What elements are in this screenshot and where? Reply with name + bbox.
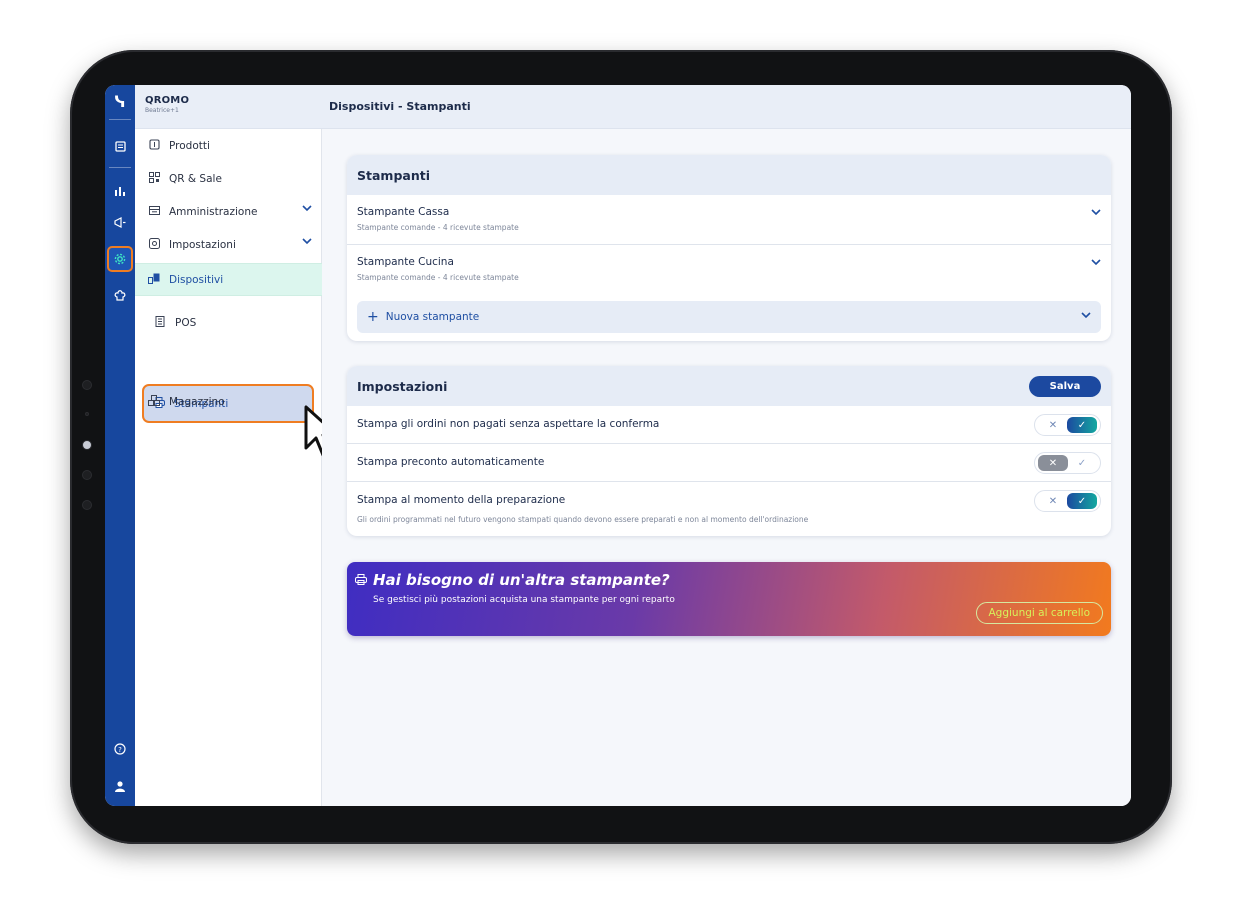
pos-icon (153, 316, 167, 330)
setting-toggle-on[interactable]: ✕ ✓ (1034, 414, 1101, 436)
printers-card-title: Stampanti (347, 155, 1111, 195)
printer-row-cucina[interactable]: Stampante Cucina Stampante comande - 4 r… (347, 245, 1111, 295)
save-button[interactable]: Salva (1029, 376, 1101, 397)
sidebar-item-label: POS (175, 317, 197, 329)
settings-card-header: Impostazioni Salva (347, 366, 1111, 406)
bar-chart-icon[interactable] (105, 179, 135, 201)
sidebar-item-magazzino[interactable]: Magazzino (135, 385, 322, 418)
sidebar-item-label: Amministrazione (169, 205, 258, 218)
settings-card: Impostazioni Salva Stampa gli ordini non… (347, 366, 1111, 536)
close-icon: ✕ (1038, 455, 1068, 471)
chevron-down-icon[interactable] (1091, 208, 1101, 219)
admin-icon (147, 205, 161, 219)
qr-code-icon (147, 171, 161, 186)
printers-card: Stampanti Stampante Cassa Stampante coma… (347, 155, 1111, 341)
page-title: Dispositivi - Stampanti (329, 100, 471, 113)
icon-rail: ᓭ ? (105, 85, 135, 806)
app-screen: ᓭ ? QROMO Beatrice+1 Dispositivi - Stamp… (105, 85, 1131, 806)
sidebar-item-label: Magazzino (169, 395, 225, 408)
setting-row-preconto: Stampa preconto automaticamente ✕ ✓ (347, 444, 1111, 482)
close-icon: ✕ (1048, 419, 1058, 431)
sidebar-item-label: Prodotti (169, 139, 210, 152)
sidebar-item-label: Impostazioni (169, 238, 236, 251)
user-icon[interactable] (105, 775, 135, 797)
warehouse-icon (147, 394, 161, 409)
promo-title: Hai bisogno di un'altra stampante? (373, 571, 670, 589)
sidebar-item-qr-sale[interactable]: QR & Sale (135, 162, 322, 195)
gear-icon[interactable] (107, 246, 133, 272)
printer-subtitle: Stampante comande - 4 ricevute stampate (357, 223, 519, 232)
printer-row-cassa[interactable]: Stampante Cassa Stampante comande - 4 ri… (347, 195, 1111, 245)
app-header: QROMO Beatrice+1 Dispositivi - Stampanti (135, 85, 1131, 129)
setting-label: Stampa gli ordini non pagati senza aspet… (357, 418, 660, 430)
plus-icon: + (367, 309, 379, 325)
settings-icon (147, 237, 161, 252)
setting-label: Stampa preconto automaticamente (357, 456, 545, 468)
printer-subtitle: Stampante comande - 4 ricevute stampate (357, 273, 519, 282)
sidebar-nav: Prodotti QR & Sale Amministrazione Impos… (135, 129, 339, 806)
printer-name: Stampante Cassa (357, 206, 450, 218)
setting-description: Gli ordini programmati nel futuro vengon… (357, 515, 809, 524)
new-printer-label: Nuova stampante (385, 311, 480, 323)
setting-row-preparation: Stampa al momento della preparazione Gli… (347, 482, 1111, 536)
chevron-down-icon[interactable] (1081, 311, 1091, 322)
setting-toggle-off[interactable]: ✕ ✓ (1034, 452, 1101, 474)
sidebar-subitem-pos[interactable]: POS (145, 308, 311, 338)
chevron-down-icon[interactable] (302, 204, 312, 215)
setting-row-unpaid-orders: Stampa gli ordini non pagati senza aspet… (347, 406, 1111, 444)
check-icon: ✓ (1077, 457, 1087, 469)
sidebar-item-label: QR & Sale (169, 172, 222, 185)
megaphone-icon[interactable] (105, 211, 135, 233)
help-icon[interactable]: ? (105, 738, 135, 760)
printer-name: Stampante Cucina (357, 256, 454, 268)
close-icon: ✕ (1048, 495, 1058, 507)
chevron-down-icon[interactable] (302, 237, 312, 248)
add-to-cart-button[interactable]: Aggiungi al carrello (975, 602, 1103, 624)
chevron-down-icon[interactable] (1091, 258, 1101, 269)
menu-book-icon[interactable] (105, 135, 135, 157)
sidebar-item-label: Dispositivi (169, 273, 224, 286)
sidebar-item-dispositivi[interactable]: Dispositivi (135, 263, 322, 296)
brand-name: QROMO (145, 95, 190, 106)
devices-icon (147, 273, 161, 287)
check-icon: ✓ (1067, 417, 1097, 433)
sidebar-item-impostazioni[interactable]: Impostazioni (135, 228, 322, 261)
promo-description: Se gestisci più postazioni acquista una … (373, 595, 675, 605)
setting-toggle-on[interactable]: ✕ ✓ (1034, 490, 1101, 512)
new-printer-button[interactable]: + Nuova stampante (357, 301, 1101, 333)
sidebar-item-amministrazione[interactable]: Amministrazione (135, 195, 322, 228)
settings-card-title: Impostazioni (357, 378, 448, 394)
check-icon: ✓ (1067, 493, 1097, 509)
sidebar-item-prodotti[interactable]: Prodotti (135, 129, 322, 162)
setting-label: Stampa al momento della preparazione (357, 494, 566, 506)
promo-banner: Hai bisogno di un'altra stampante? Se ge… (347, 562, 1111, 636)
main-content: Stampanti Stampante Cassa Stampante coma… (322, 129, 1131, 806)
menu-card-icon (147, 138, 161, 153)
printer-icon (355, 574, 367, 588)
brand-block: QROMO Beatrice+1 (145, 95, 189, 114)
svg-text:?: ? (118, 746, 122, 754)
brand-user: Beatrice+1 (145, 107, 179, 114)
chef-hat-icon[interactable] (105, 285, 135, 307)
logo-icon[interactable]: ᓭ (105, 91, 135, 113)
